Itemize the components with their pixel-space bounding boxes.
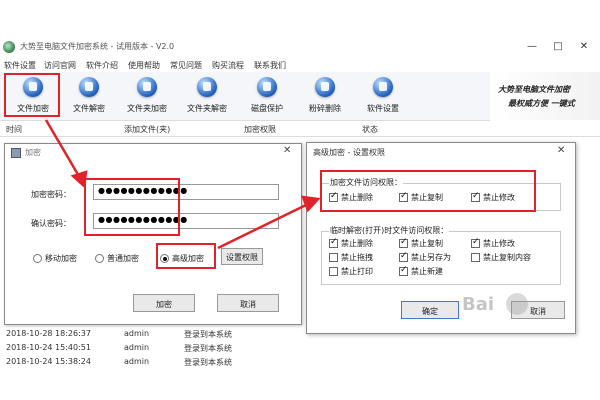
watermark: Bai <box>462 294 495 315</box>
arrow-to-password <box>44 119 82 179</box>
arrow-to-permissions <box>217 202 309 250</box>
arrow-head <box>301 195 321 213</box>
arrow-head <box>70 170 88 189</box>
annotation-arrows <box>44 119 321 250</box>
paw-watermark-icon <box>506 293 528 315</box>
